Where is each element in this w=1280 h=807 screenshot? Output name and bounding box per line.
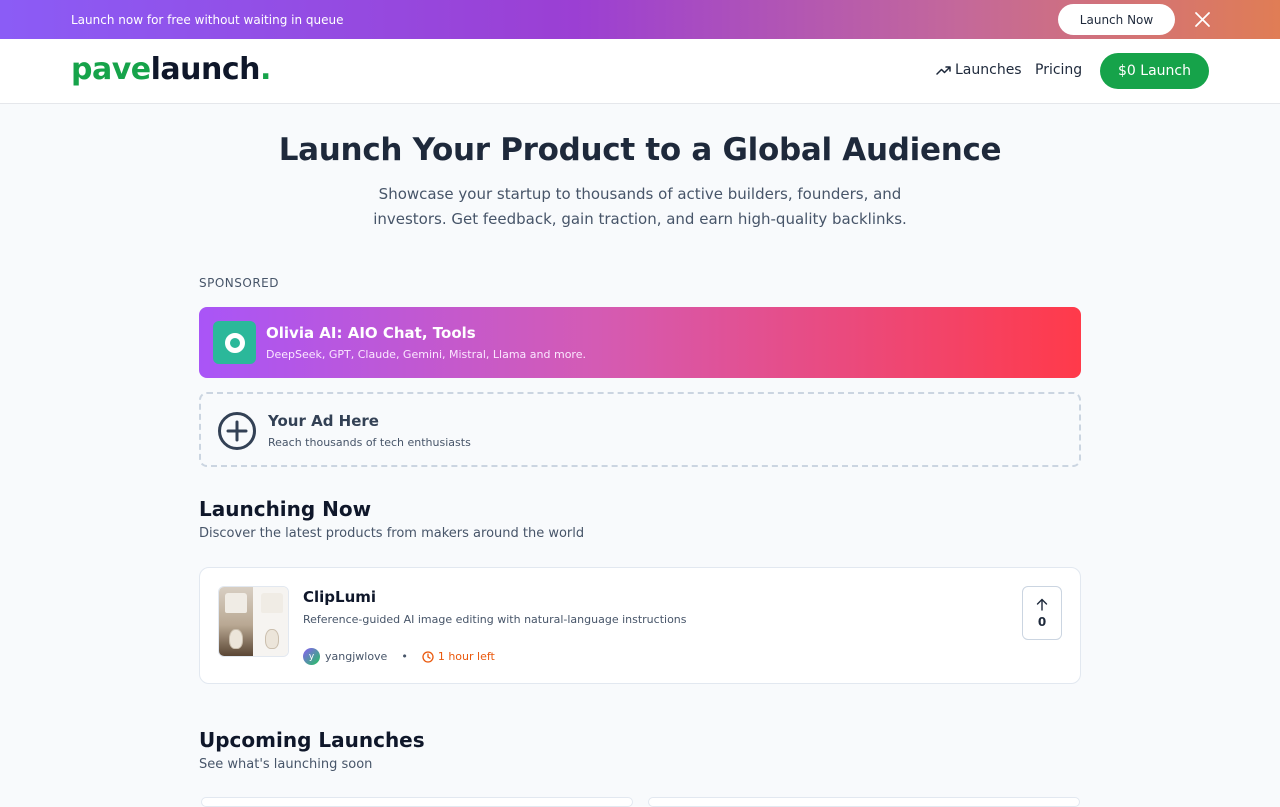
- sponsored-card[interactable]: Olivia AI: AIO Chat, Tools DeepSeek, GPT…: [199, 307, 1081, 378]
- product-thumbnail: [218, 586, 289, 657]
- time-left: 1 hour left: [422, 650, 495, 663]
- product-meta: y yangjwlove • 1 hour left: [303, 648, 495, 665]
- olivia-ai-logo-icon: [213, 321, 256, 364]
- promo-launch-now-button[interactable]: Launch Now: [1058, 4, 1175, 35]
- site-header: pavelaunch. Launches Pricing $0 Launch: [0, 39, 1280, 104]
- product-description: Reference-guided AI image editing with n…: [303, 613, 687, 626]
- trending-up-icon: [936, 66, 951, 75]
- upcoming-card[interactable]: [648, 797, 1080, 807]
- nav-launches-link[interactable]: Launches: [936, 62, 1022, 78]
- sponsored-label: SPONSORED: [199, 276, 279, 290]
- meta-separator: •: [401, 650, 408, 663]
- nav-launches-label: Launches: [955, 62, 1022, 78]
- upcoming-launches-subtitle: See what's launching soon: [199, 757, 373, 772]
- logo[interactable]: pavelaunch.: [71, 52, 271, 87]
- product-name[interactable]: ClipLumi: [303, 588, 376, 606]
- product-author[interactable]: yangjwlove: [325, 650, 387, 663]
- hero-title: Launch Your Product to a Global Audience: [278, 132, 1002, 168]
- upcoming-card[interactable]: [201, 797, 633, 807]
- time-left-label: 1 hour left: [437, 650, 495, 663]
- plus-circle-icon: [218, 412, 256, 450]
- close-icon[interactable]: [1194, 11, 1211, 28]
- upcoming-launches-title: Upcoming Launches: [199, 728, 425, 752]
- hero-subtitle: Showcase your startup to thousands of ac…: [373, 185, 907, 228]
- promo-bar: Launch now for free without waiting in q…: [0, 0, 1280, 39]
- upvote-count: 0: [1037, 614, 1047, 629]
- nav-pricing-link[interactable]: Pricing: [1035, 62, 1082, 78]
- promo-text: Launch now for free without waiting in q…: [71, 12, 344, 27]
- upvote-button[interactable]: 0: [1022, 586, 1062, 640]
- ad-slot-description: Reach thousands of tech enthusiasts: [268, 436, 471, 449]
- launching-now-subtitle: Discover the latest products from makers…: [199, 526, 585, 541]
- logo-part-pave: pave: [71, 52, 151, 87]
- sponsored-card-title: Olivia AI: AIO Chat, Tools: [266, 324, 476, 342]
- avatar[interactable]: y: [303, 648, 320, 665]
- sponsored-card-description: DeepSeek, GPT, Claude, Gemini, Mistral, …: [266, 348, 586, 361]
- your-ad-here-card[interactable]: Your Ad Here Reach thousands of tech ent…: [199, 392, 1081, 467]
- logo-dot: .: [260, 52, 271, 87]
- product-card[interactable]: ClipLumi Reference-guided AI image editi…: [199, 567, 1081, 684]
- clock-icon: [422, 650, 434, 663]
- ad-slot-title: Your Ad Here: [268, 412, 379, 430]
- arrow-up-icon: [1036, 598, 1048, 611]
- zero-launch-button[interactable]: $0 Launch: [1100, 53, 1209, 89]
- logo-part-launch: launch: [150, 52, 261, 87]
- launching-now-title: Launching Now: [199, 497, 372, 521]
